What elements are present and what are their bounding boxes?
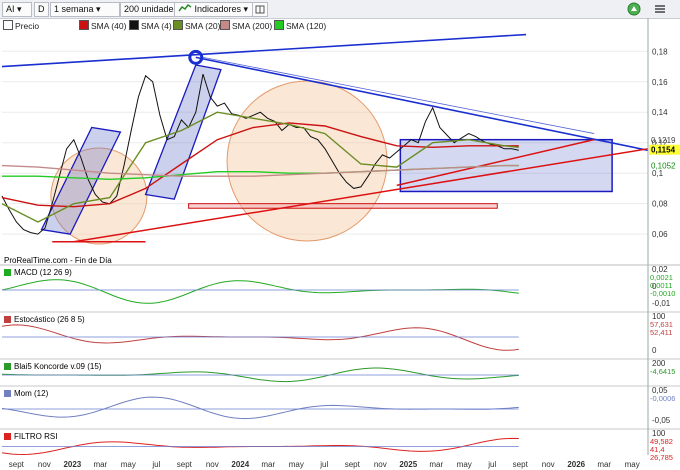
y-tick-label: 0,08 xyxy=(652,200,668,209)
x-tick-label: 2023 xyxy=(63,460,81,469)
y-tick-label: 0,18 xyxy=(652,47,668,56)
x-tick-label: jul xyxy=(319,460,328,469)
price-tag: 0,1154 xyxy=(651,146,676,155)
x-tick-label: sept xyxy=(9,460,25,469)
y-tick-label: 0,1 xyxy=(652,169,664,178)
legend-swatch xyxy=(3,20,13,30)
x-tick-label: jul xyxy=(487,460,496,469)
panel-value-label: -0,0010 xyxy=(650,289,675,298)
panel-title: MACD (12 26 9) xyxy=(14,268,72,277)
price-tag: 0,1052 xyxy=(651,161,676,170)
panel-swatch xyxy=(4,363,11,370)
panel-title: FILTRO RSI xyxy=(14,432,57,441)
legend-item-sma200[interactable]: SMA (200) xyxy=(220,20,272,31)
panel-value-label: -0,0006 xyxy=(650,394,675,403)
price-chart[interactable]: MACD (12 26 9) 0,020-0,010,00210,0011-0,0… xyxy=(0,0,680,470)
panel-swatch xyxy=(4,433,11,440)
indicator-line xyxy=(1,324,519,351)
x-tick-label: jul xyxy=(151,460,160,469)
support-zone xyxy=(188,203,498,209)
y-tick-label: 0,14 xyxy=(652,108,668,117)
x-tick-label: may xyxy=(121,460,136,469)
price-tag: 0,1219 xyxy=(651,136,676,145)
x-tick-label: sept xyxy=(177,460,193,469)
panel-value-label: 26,785 xyxy=(650,453,673,462)
legend-item-sma20[interactable]: SMA (20) xyxy=(173,20,220,31)
panel-axis-label: -0,05 xyxy=(652,416,671,425)
x-tick-label: mar xyxy=(429,460,443,469)
panel-swatch xyxy=(4,390,11,397)
panel-swatch xyxy=(4,316,11,323)
x-tick-label: may xyxy=(625,460,640,469)
legend-swatch xyxy=(274,20,284,30)
trendline-top xyxy=(1,33,527,68)
x-tick-label: may xyxy=(457,460,472,469)
watermark: ProRealTime.com - Fin de Día xyxy=(4,256,112,265)
legend-item-sma120[interactable]: SMA (120) xyxy=(274,20,326,31)
x-tick-label: mar xyxy=(93,460,107,469)
legend-swatch xyxy=(79,20,89,30)
x-tick-label: nov xyxy=(374,460,387,469)
legend-item-sma40[interactable]: SMA (40) xyxy=(79,20,126,31)
x-tick-label: nov xyxy=(206,460,219,469)
x-tick-label: nov xyxy=(38,460,51,469)
x-tick-label: mar xyxy=(597,460,611,469)
x-tick-label: 2025 xyxy=(399,460,417,469)
panel-axis-label: -0,01 xyxy=(652,299,671,308)
x-tick-label: nov xyxy=(542,460,555,469)
indicator-line xyxy=(1,396,519,420)
panel-title: Estocástico (26 8 5) xyxy=(14,315,85,324)
panel-value-label: -4,6415 xyxy=(650,367,675,376)
legend-swatch xyxy=(129,20,139,30)
legend-item-price[interactable]: Precio xyxy=(3,20,39,31)
x-tick-label: mar xyxy=(261,460,275,469)
x-tick-label: may xyxy=(289,460,304,469)
x-tick-label: sept xyxy=(345,460,361,469)
panel-swatch xyxy=(4,269,11,276)
x-tick-label: 2026 xyxy=(567,460,585,469)
channel-2 xyxy=(144,64,222,200)
panel-axis-label: 0 xyxy=(652,346,657,355)
y-tick-label: 0,16 xyxy=(652,78,668,87)
legend-swatch xyxy=(173,20,183,30)
y-tick-label: 0,06 xyxy=(652,230,668,239)
fib-circle-large xyxy=(226,80,388,242)
indicator-line xyxy=(1,279,519,304)
panel-title: Blai5 Koncorde v.09 (15) xyxy=(14,362,102,371)
legend-swatch xyxy=(220,20,230,30)
panel-value-label: 52,411 xyxy=(650,328,672,337)
panel-title: Mom (12) xyxy=(14,389,49,398)
legend-item-sma4[interactable]: SMA (4) xyxy=(129,20,172,31)
x-tick-label: sept xyxy=(513,460,529,469)
series-legend: Precio SMA (40) SMA (4) SMA (20) SMA (20… xyxy=(0,19,540,31)
x-tick-label: 2024 xyxy=(231,460,249,469)
